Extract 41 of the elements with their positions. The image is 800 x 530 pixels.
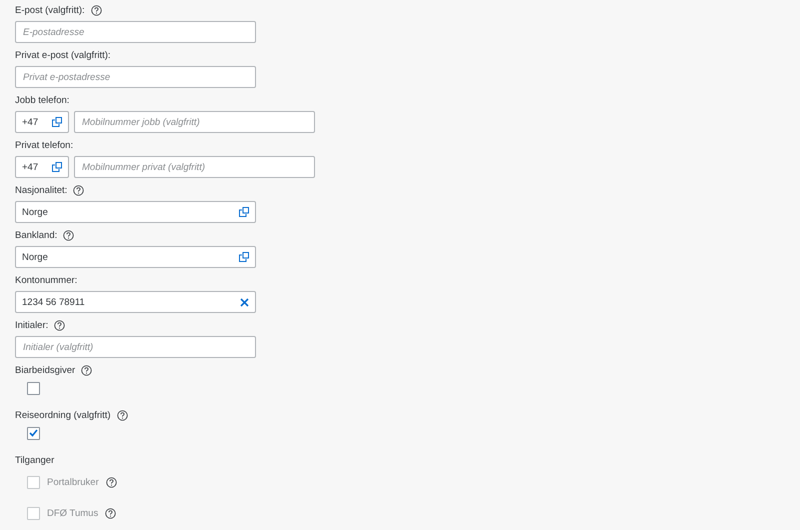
select-field[interactable]: Norge	[15, 201, 256, 223]
checkbox-label: Portalbruker	[47, 476, 99, 488]
country-code-field[interactable]: +47	[15, 111, 69, 133]
country-code-field[interactable]: +47	[15, 156, 69, 178]
help-icon[interactable]	[116, 410, 128, 420]
country-code: +47	[22, 116, 40, 128]
field-label: Jobb telefon:	[15, 94, 70, 106]
phone-field[interactable]: Mobilnummer jobb (valgfritt)	[74, 111, 315, 133]
checkbox-label: DFØ Tumus	[47, 508, 98, 518]
input-field[interactable]: 1234 56 78911	[15, 291, 256, 313]
input-field[interactable]: Initialer (valgfritt)	[15, 336, 256, 358]
field-label: Biarbeidsgiver	[15, 364, 76, 376]
field-label: Initialer:	[15, 320, 48, 330]
help-icon[interactable]	[73, 184, 84, 196]
country-code: +47	[22, 162, 40, 172]
field-label: Kontonummer:	[15, 274, 78, 286]
field-label: Nasjonalitet:	[15, 184, 68, 196]
checkbox[interactable]	[27, 426, 40, 440]
field-label: Privat e-post (valgfritt):	[15, 50, 111, 60]
value-help-icon[interactable]	[239, 207, 249, 217]
section-label: Tilganger	[15, 454, 54, 466]
help-icon[interactable]	[90, 4, 102, 16]
clear-icon[interactable]	[240, 298, 249, 306]
field-label: Reiseordning (valgfritt)	[15, 410, 111, 420]
phone-field[interactable]: Mobilnummer privat (valgfritt)	[74, 156, 315, 178]
field-label: Bankland:	[15, 230, 58, 240]
field-label: E-post (valgfritt):	[15, 4, 85, 16]
help-icon[interactable]	[81, 364, 92, 376]
field-value: Norge	[22, 252, 49, 262]
field-value: Norge	[22, 206, 49, 218]
help-icon[interactable]	[54, 320, 66, 330]
field-label: Privat telefon:	[15, 140, 74, 150]
checkbox[interactable]	[27, 382, 40, 394]
select-field[interactable]: Norge	[15, 246, 256, 268]
value-help-icon[interactable]	[52, 162, 62, 172]
field-value: 1234 56 78911	[22, 296, 86, 308]
input-field[interactable]: E-postadresse	[15, 21, 256, 43]
help-icon[interactable]	[63, 230, 74, 240]
value-help-icon[interactable]	[239, 252, 249, 262]
value-help-icon[interactable]	[52, 117, 62, 127]
input-field[interactable]: Privat e-postadresse	[15, 66, 256, 88]
